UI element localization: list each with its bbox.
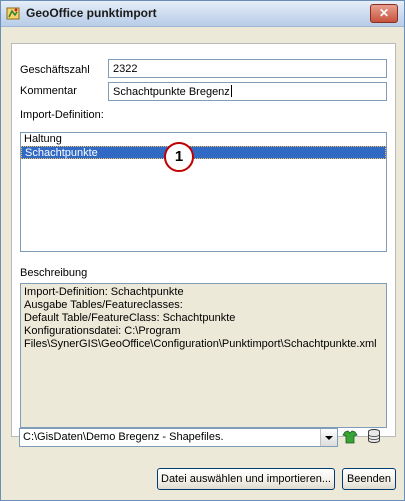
kommentar-input[interactable]: Schachtpunkte Bregenz [108,82,387,101]
window-title: GeoOffice punktimport [26,6,157,20]
dialog-client-area: Geschäftszahl 2322 Kommentar Schachtpunk… [5,31,400,496]
chevron-down-icon[interactable] [320,429,337,446]
beschreibung-line: Files\SynerGIS\GeoOffice\Configuration\P… [24,338,377,350]
beschreibung-label: Beschreibung [20,267,88,279]
beschreibung-line: Ausgabe Tables/Featureclasses: [24,299,183,311]
green-shirt-icon[interactable] [342,429,358,445]
callout-marker: 1 [164,142,194,172]
database-icon[interactable] [366,428,382,444]
beschreibung-line: Import-Definition: Schachtpunkte [24,286,184,298]
text-caret [230,85,232,97]
import-definition-list[interactable]: Haltung Schachtpunkte [20,132,387,252]
geschaeftszahl-label: Geschäftszahl [20,64,90,76]
list-item-haltung[interactable]: Haltung [21,133,386,146]
geschaeftszahl-input[interactable]: 2322 [108,59,387,78]
dialog-window: GeoOffice punktimport ✕ Geschäftszahl 23… [0,0,405,501]
import-file-button[interactable]: Datei auswählen und importieren... [157,468,335,490]
app-icon [6,7,20,20]
form-panel: Geschäftszahl 2322 Kommentar Schachtpunk… [11,43,396,437]
workspace-select-value: C:\GisDaten\Demo Bregenz - Shapefiles. [23,431,224,443]
beschreibung-line: Konfigurationsdatei: C:\Program [24,325,181,337]
beschreibung-text: Import-Definition: Schachtpunkte Ausgabe… [20,283,387,428]
geschaeftszahl-value: 2322 [113,63,138,75]
title-bar[interactable]: GeoOffice punktimport ✕ [1,1,404,27]
beenden-button[interactable]: Beenden [342,468,396,490]
workspace-select[interactable]: C:\GisDaten\Demo Bregenz - Shapefiles. [19,428,338,447]
kommentar-label: Kommentar [20,85,77,97]
beschreibung-line: Default Table/FeatureClass: Schachtpunkt… [24,312,236,324]
kommentar-value: Schachtpunkte Bregenz [113,86,230,98]
list-item-schachtpunkte[interactable]: Schachtpunkte [21,146,386,159]
import-definition-label: Import-Definition: [20,109,104,121]
close-window-button[interactable]: ✕ [370,4,398,23]
